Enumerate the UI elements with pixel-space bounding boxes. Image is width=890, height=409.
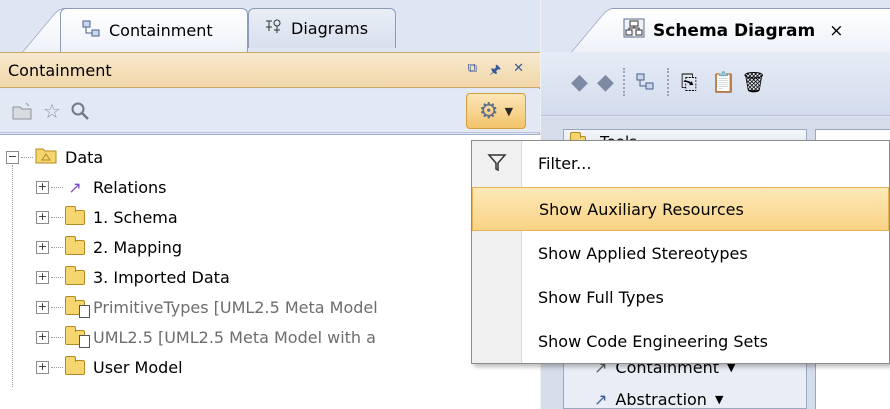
expand-icon[interactable]: + [36,330,49,344]
menu-item-label: Show Applied Stereotypes [538,243,748,263]
diagram-icon [623,18,645,43]
tab-label: Containment [109,21,213,40]
menu-item-label: Show Full Types [538,287,664,307]
panel-header: Containment ⧉ 🖈 ✕ [0,52,540,88]
menu-item-filter[interactable]: Filter... [472,141,889,185]
folder-icon [65,265,85,285]
chevron-down-icon[interactable]: ▼ [715,393,723,406]
tree-label: PrimitiveTypes [UML2.5 Meta Model [93,297,378,317]
panel-title: Containment [8,60,112,80]
menu-item-show-full-types[interactable]: Show Full Types [472,275,889,319]
tool-abstraction[interactable]: ↗ Abstraction ▼ [594,390,723,409]
tab-containment[interactable]: Containment [60,8,248,52]
abstraction-tool-icon: ↗ [594,390,608,409]
tree-row-primitive-types[interactable]: + PrimitiveTypes [UML2.5 Meta Model [36,292,378,322]
expand-icon[interactable]: + [36,300,49,314]
close-icon[interactable]: ✕ [513,61,524,83]
expand-icon[interactable]: + [36,210,49,224]
pin-icon[interactable]: 🖈 [489,61,501,83]
add-element-icon[interactable] [10,99,34,123]
gear-icon: ⚙ [478,98,499,124]
package-icon [35,146,57,168]
panel-toolbar: ☆ ⚙ ▼ [0,89,540,133]
tree-label: Relations [93,177,167,197]
menu-item-label: Filter... [538,153,592,173]
expand-icon[interactable]: + [36,360,49,374]
tree-row-imported-data[interactable]: + 3. Imported Data [36,262,230,292]
tree-label: 1. Schema [93,207,178,227]
menu-item-label: Show Auxiliary Resources [539,199,744,219]
folder-icon [65,205,85,225]
tree-row-schema[interactable]: + 1. Schema [36,202,178,232]
library-folder-icon [65,325,90,348]
filter-icon [485,151,509,175]
containment-tree-icon[interactable] [635,72,655,96]
expand-icon[interactable]: + [36,180,49,194]
tree-label: Data [65,147,104,167]
diagrams-icon [263,17,283,41]
tree-label: 2. Mapping [93,237,183,257]
back-icon[interactable]: ◆ [571,70,588,95]
tab-label: Schema Diagram [653,20,816,41]
tool-label: Abstraction [615,390,707,409]
close-icon[interactable]: × [829,21,843,41]
tree-row-mapping[interactable]: + 2. Mapping [36,232,182,262]
menu-item-show-applied-stereotypes[interactable]: Show Applied Stereotypes [472,231,889,275]
containment-tree: − Data + ↗ Relations + 1. Schema + 2. Ma… [0,134,540,409]
tab-label: Diagrams [291,19,369,38]
containment-tree-icon [81,19,101,43]
tree-row-uml25[interactable]: + UML2.5 [UML2.5 Meta Model with a [36,322,376,352]
chevron-down-icon: ▼ [504,104,514,118]
tree-label: UML2.5 [UML2.5 Meta Model with a [93,327,376,347]
containment-panel: Containment Diagrams Containment ⧉ 🖈 ✕ ☆… [0,0,540,409]
options-menu: Filter... Show Auxiliary Resources Show … [471,140,890,364]
browser-tabstrip: Containment Diagrams [0,0,540,52]
folder-icon [65,235,85,255]
expand-icon[interactable]: + [36,240,49,254]
tree-row-relations[interactable]: + ↗ Relations [36,172,166,202]
options-button[interactable]: ⚙ ▼ [466,93,526,129]
collapse-icon[interactable]: − [6,150,19,164]
tree-label: 3. Imported Data [93,267,230,287]
restore-icon[interactable]: ⧉ [468,61,477,83]
menu-item-show-code-engineering-sets[interactable]: Show Code Engineering Sets [472,319,889,363]
menu-item-show-auxiliary-resources[interactable]: Show Auxiliary Resources [472,187,889,231]
trash-icon[interactable]: 🗑 [741,70,766,94]
folder-icon [65,355,85,375]
tab-diagrams[interactable]: Diagrams [248,8,396,48]
copy-icon[interactable]: ⎘ [681,70,697,94]
forward-icon[interactable]: ◆ [597,70,614,95]
tab-schema-diagram[interactable]: Schema Diagram × [611,8,890,52]
search-icon[interactable] [68,99,92,123]
library-folder-icon [65,295,90,318]
tree-row-data[interactable]: − Data [6,142,103,172]
paste-icon[interactable]: 📋 [711,70,736,94]
diagram-toolbar: ◆ ◆ ⎘ 📋 🗑 [541,52,890,116]
expand-icon[interactable]: + [36,270,49,284]
favorite-star-icon[interactable]: ☆ [40,99,64,123]
tree-label: User Model [93,357,183,377]
menu-item-label: Show Code Engineering Sets [538,331,768,351]
tree-row-user-model[interactable]: + User Model [36,352,183,382]
relations-icon: ↗ [68,177,82,197]
